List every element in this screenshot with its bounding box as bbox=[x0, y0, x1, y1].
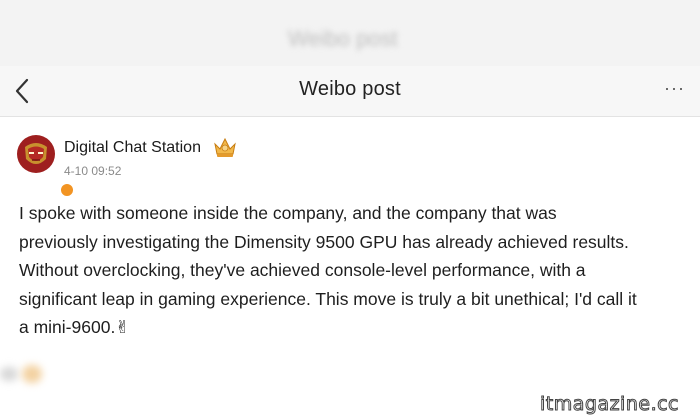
post-content: Digital Chat Station 4-10 09:52 I spoke … bbox=[0, 117, 700, 420]
iron-man-avatar-icon bbox=[17, 135, 55, 173]
post-line: significant leap in gaming experience. T… bbox=[19, 288, 637, 309]
navigation-bar: Weibo post ··· bbox=[0, 66, 700, 117]
more-options-button[interactable]: ··· bbox=[664, 78, 694, 100]
blurred-header-title: Weibo post bbox=[288, 26, 398, 51]
post-line: a mini-9600.✌ bbox=[19, 317, 130, 337]
crown-icon bbox=[214, 137, 236, 157]
watermark: itmagazine.cc bbox=[540, 393, 680, 416]
blurred-next-item bbox=[0, 359, 60, 389]
post-line: Without overclocking, they've achieved c… bbox=[19, 260, 586, 280]
verified-badge bbox=[60, 183, 74, 197]
avatar[interactable] bbox=[17, 135, 74, 197]
post-line: previously investigating the Dimensity 9… bbox=[19, 231, 629, 252]
author-name[interactable]: Digital Chat Station bbox=[64, 139, 201, 157]
post-timestamp: 4-10 09:52 bbox=[64, 164, 122, 178]
post-body: I spoke with someone inside the company,… bbox=[19, 199, 687, 342]
page-title: Weibo post bbox=[299, 78, 401, 100]
post-line: I spoke with someone inside the company,… bbox=[19, 203, 557, 223]
previous-screen-header: Weibo post bbox=[0, 0, 700, 66]
